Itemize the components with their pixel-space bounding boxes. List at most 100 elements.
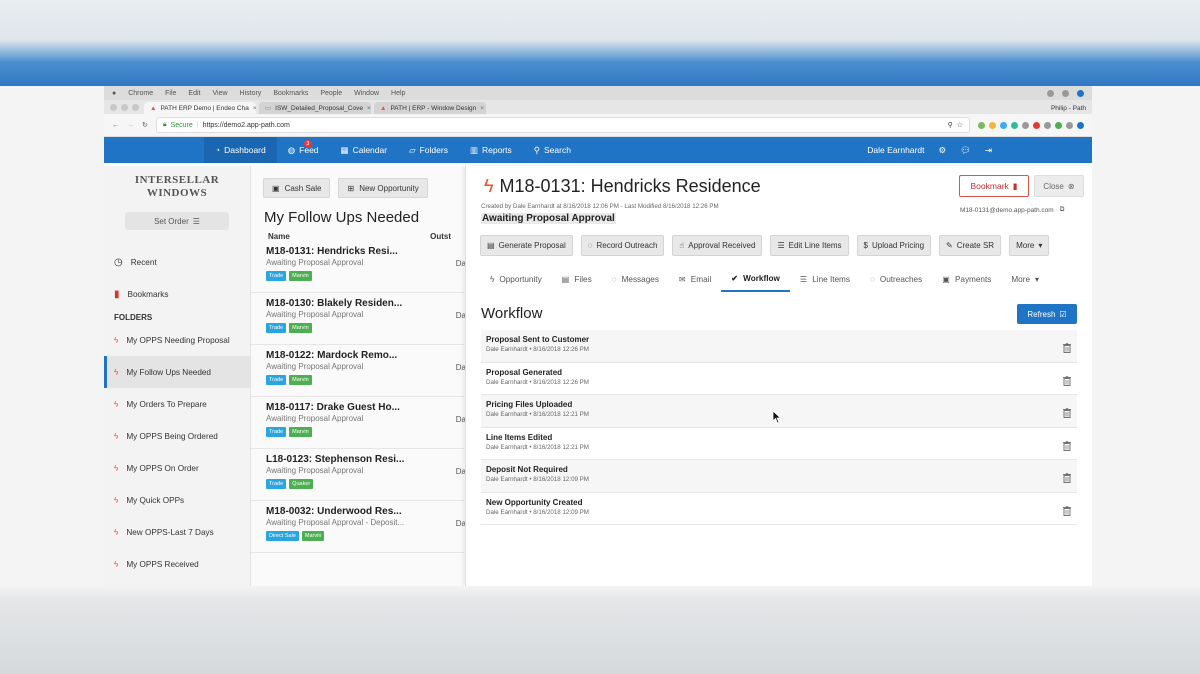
- list-item[interactable]: M18-0032: Underwood Res... Awaiting Propo…: [251, 501, 466, 553]
- sidebar-folder[interactable]: ϟ New OPPS-Last 7 Days: [104, 516, 250, 548]
- gear-icon[interactable]: ⚙: [938, 145, 946, 156]
- sidebar-folder[interactable]: ϟ My OPPS Needing Proposal: [104, 324, 250, 356]
- close-tab-icon[interactable]: ×: [367, 105, 371, 112]
- menu-chrome[interactable]: Chrome: [128, 90, 153, 97]
- bookmark-button[interactable]: Bookmark ▮: [959, 175, 1029, 197]
- tab-line-items[interactable]: ☰ Line Items: [790, 266, 860, 292]
- zoom-window-button[interactable]: [132, 104, 139, 111]
- generate-proposal-button[interactable]: ▤ Generate Proposal: [480, 235, 573, 256]
- trash-icon[interactable]: [1063, 503, 1071, 521]
- menu-file[interactable]: File: [165, 90, 176, 97]
- extension-icon[interactable]: [1022, 121, 1029, 129]
- nav-search[interactable]: ⚲ Search: [523, 137, 582, 163]
- upload-pricing-button[interactable]: $ Upload Pricing: [856, 235, 932, 256]
- url-bar[interactable]: 🔒︎ Secure | https://demo2.app-path.com ⚲…: [155, 117, 970, 133]
- extension-icon[interactable]: [989, 121, 996, 129]
- list-item[interactable]: M18-0122: Mardock Remo... Awaiting Propos…: [251, 345, 466, 397]
- nav-dashboard[interactable]: ◔ Dashboard: [204, 137, 277, 163]
- browser-tab[interactable]: ▭ ISW_Detailed_Proposal_Cove ×: [259, 102, 371, 114]
- set-order-button[interactable]: Set Order ☰: [125, 212, 229, 230]
- nav-reports[interactable]: ▥ Reports: [459, 137, 523, 163]
- refresh-button[interactable]: Refresh ☑: [1017, 304, 1077, 324]
- apple-icon[interactable]: ●: [112, 90, 116, 97]
- extension-icon[interactable]: [1000, 121, 1007, 129]
- chat-icon[interactable]: 💬︎: [960, 145, 971, 156]
- approval-received-button[interactable]: ☝︎ Approval Received: [672, 235, 763, 256]
- siri-icon[interactable]: [1077, 89, 1084, 97]
- extension-icon[interactable]: [1066, 121, 1073, 129]
- sidebar-folder[interactable]: ϟ My OPPS Being Ordered: [104, 420, 250, 452]
- tab-more[interactable]: More ▾: [1001, 266, 1049, 292]
- tab-files[interactable]: ▤ Files: [552, 266, 602, 292]
- browser-tab[interactable]: ▲ PATH | ERP - Window Design ×: [374, 102, 486, 114]
- extension-icon[interactable]: [978, 121, 985, 129]
- new-opportunity-button[interactable]: ⊞ New Opportunity: [338, 178, 428, 198]
- menu-people[interactable]: People: [320, 90, 342, 97]
- sidebar-folder[interactable]: ϟ My Quick OPPs: [104, 484, 250, 516]
- trash-icon[interactable]: [1063, 405, 1071, 423]
- close-tab-icon[interactable]: ×: [480, 105, 484, 112]
- forward-icon[interactable]: →: [127, 122, 134, 129]
- nav-calendar[interactable]: ▦ Calendar: [330, 137, 399, 163]
- menu-bookmarks[interactable]: Bookmarks: [273, 90, 308, 97]
- sidebar-item-recent[interactable]: ◷ Recent: [104, 246, 250, 278]
- nav-feed[interactable]: ◍ Feed 3: [277, 137, 330, 163]
- more-actions-button[interactable]: More ▾: [1009, 235, 1050, 256]
- menu-help[interactable]: Help: [391, 90, 405, 97]
- tab-payments[interactable]: ▣ Payments: [932, 266, 1001, 292]
- opportunity-email: M18-0131@demo.app-path.com ⧉: [960, 206, 1064, 214]
- zoom-icon[interactable]: ⚲: [948, 121, 953, 129]
- menu-edit[interactable]: Edit: [188, 90, 200, 97]
- logout-icon[interactable]: ⇥: [985, 145, 992, 156]
- cash-sale-button[interactable]: ▣ Cash Sale: [263, 178, 331, 198]
- sidebar-folder[interactable]: ϟ My Orders To Prepare: [104, 388, 250, 420]
- sidebar-folder[interactable]: ϟ My OPPS Received: [104, 548, 250, 580]
- sidebar-folder[interactable]: ϟ My OPPS On Order: [104, 452, 250, 484]
- main-nav: ◔ Dashboard ◍ Feed 3 ▦ Calendar ▱ Folder…: [104, 137, 1092, 163]
- edit-line-items-button[interactable]: ☰ Edit Line Items: [770, 235, 849, 256]
- list-item[interactable]: M18-0117: Drake Guest Ho... Awaiting Prop…: [251, 397, 466, 449]
- workflow-step-name: Proposal Generated: [486, 367, 563, 377]
- close-window-button[interactable]: [110, 104, 117, 111]
- trash-icon[interactable]: [1063, 373, 1071, 391]
- menu-history[interactable]: History: [240, 90, 262, 97]
- tab-opportunity[interactable]: ϟ Opportunity: [480, 266, 552, 292]
- trash-icon[interactable]: [1063, 438, 1071, 456]
- action-toolbar: ▤ Generate Proposal ◌ Record Outreach ☝︎ Ap…: [480, 235, 1050, 256]
- reload-icon[interactable]: ↻: [142, 121, 148, 129]
- trash-icon[interactable]: [1063, 470, 1071, 488]
- browser-tab[interactable]: ▲ PATH ERP Demo | Endeo Cha ×: [144, 102, 256, 114]
- workflow-title: Workflow: [481, 305, 543, 322]
- create-sr-button[interactable]: ✎ Create SR: [939, 235, 1002, 256]
- back-icon[interactable]: ←: [112, 122, 119, 129]
- list-item[interactable]: L18-0123: Stephenson Resi... Awaiting Pro…: [251, 449, 466, 501]
- menu-window[interactable]: Window: [354, 90, 379, 97]
- current-user[interactable]: Dale Earnhardt: [867, 145, 924, 155]
- extension-icon[interactable]: [1077, 121, 1084, 129]
- tab-outreaches[interactable]: ◌ Outreaches: [860, 266, 932, 292]
- star-icon[interactable]: ☆: [957, 121, 963, 129]
- sidebar-item-bookmarks[interactable]: ▮ Bookmarks: [104, 278, 250, 310]
- minimize-window-button[interactable]: [121, 104, 128, 111]
- browser-profile[interactable]: Philip - Path: [1045, 105, 1092, 114]
- tab-email[interactable]: ✉ Email: [669, 266, 721, 292]
- column-header[interactable]: Name: [268, 232, 290, 241]
- trash-icon[interactable]: [1063, 340, 1071, 358]
- tab-messages[interactable]: ◌ Messages: [602, 266, 669, 292]
- extension-icon[interactable]: [1044, 121, 1051, 129]
- column-header[interactable]: Outst: [430, 232, 451, 241]
- extension-icon[interactable]: [1033, 121, 1040, 129]
- menu-view[interactable]: View: [212, 90, 227, 97]
- close-button[interactable]: Close ⊗: [1034, 175, 1084, 197]
- nav-folders[interactable]: ▱ Folders: [398, 137, 459, 163]
- list-item[interactable]: M18-0131: Hendricks Resi... Awaiting Prop…: [251, 241, 466, 293]
- extension-icon[interactable]: [1055, 121, 1062, 129]
- tab-workflow[interactable]: ✔ Workflow: [721, 266, 790, 292]
- copy-icon[interactable]: ⧉: [1060, 206, 1065, 214]
- button-label: New Opportunity: [359, 183, 419, 193]
- extension-icon[interactable]: [1011, 121, 1018, 129]
- list-item[interactable]: M18-0130: Blakely Residen... Awaiting Pro…: [251, 293, 466, 345]
- close-tab-icon[interactable]: ×: [253, 105, 256, 112]
- record-outreach-button[interactable]: ◌ Record Outreach: [580, 235, 665, 256]
- sidebar-folder[interactable]: ϟ My Follow Ups Needed: [104, 356, 250, 388]
